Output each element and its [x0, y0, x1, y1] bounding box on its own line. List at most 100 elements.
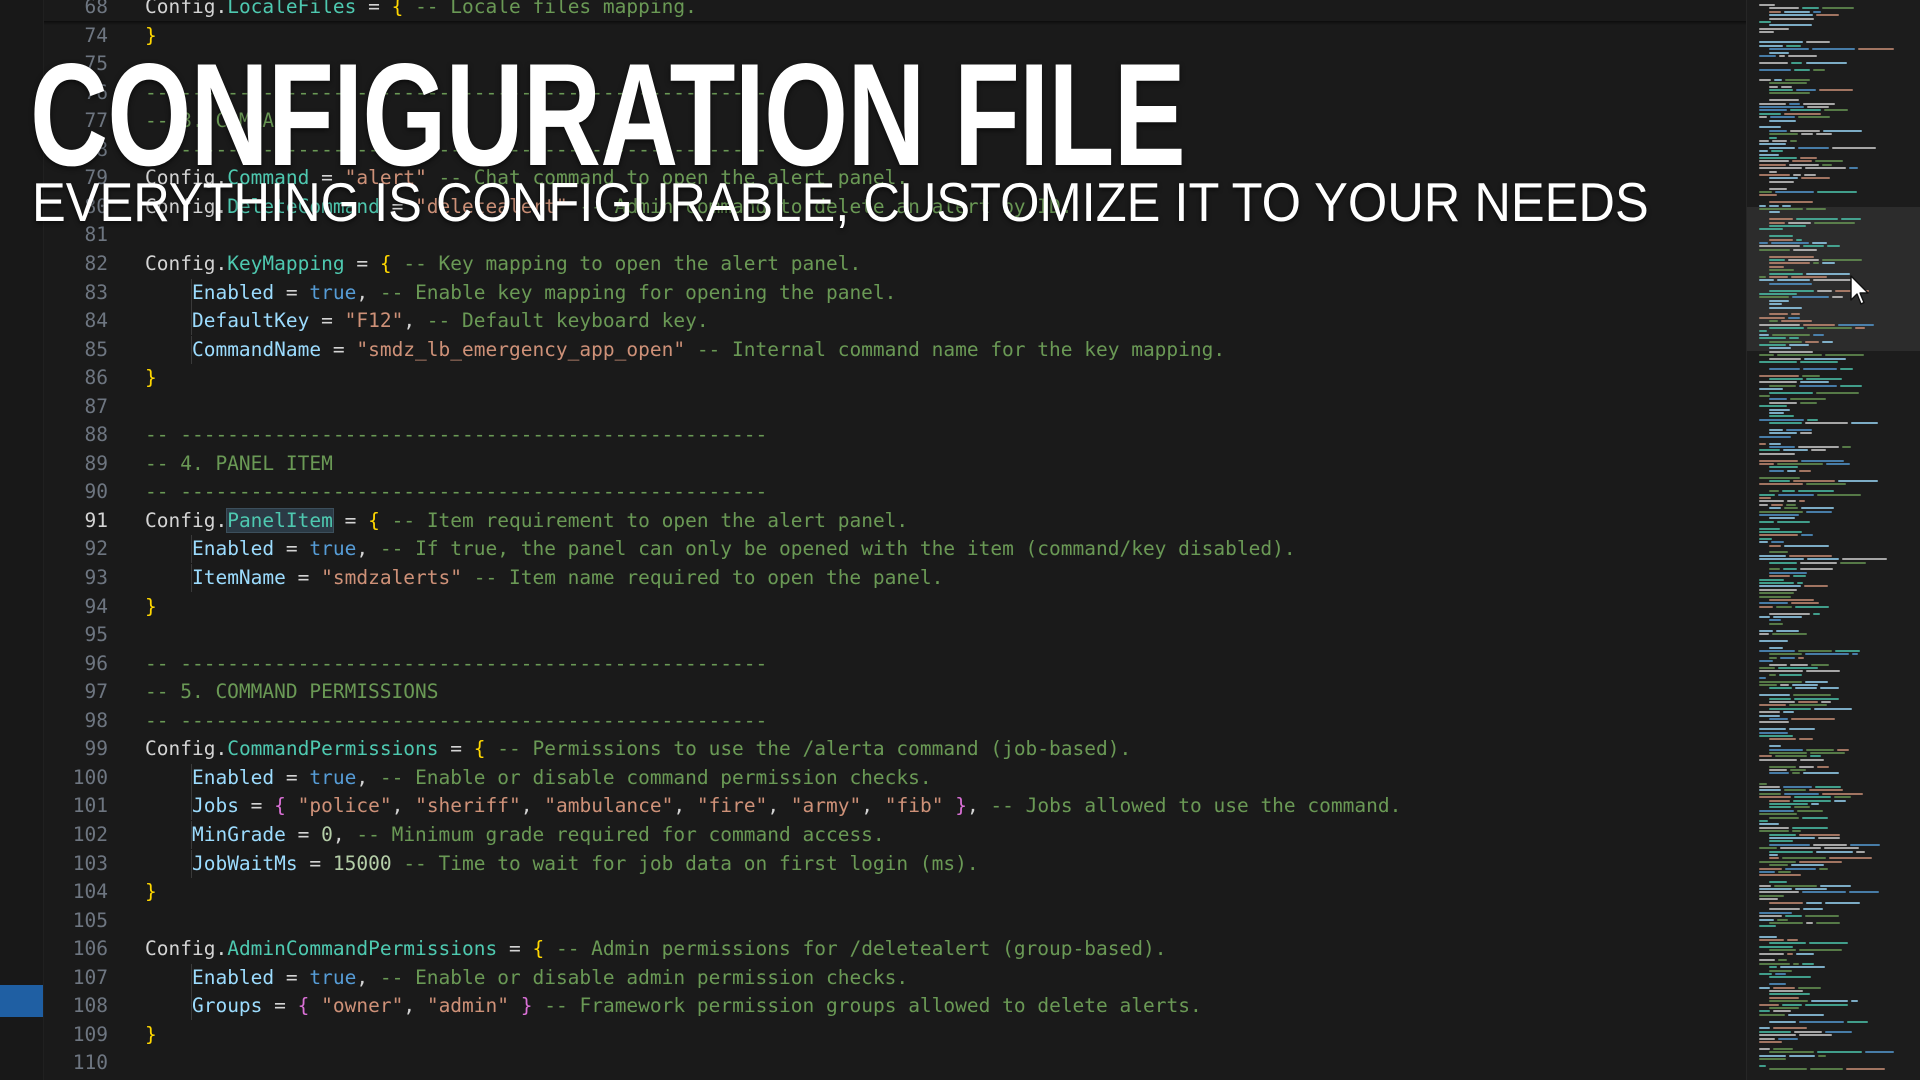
minimap-code-line	[1812, 612, 1820, 615]
code-token: Enabled	[191, 765, 275, 789]
minimap-code-line	[1778, 667, 1818, 669]
minimap-code-line	[1799, 949, 1843, 952]
code-token: -- Item name required to open the panel.	[462, 566, 944, 589]
minimap-code-line	[1759, 962, 1791, 965]
code-line[interactable]: 82 Config.KeyMapping = { -- Key mapping t…	[44, 250, 1744, 278]
minimap-code-line	[1769, 378, 1804, 380]
line-number: 103	[72, 851, 108, 875]
code-line[interactable]: 109}	[44, 1021, 1744, 1049]
minimap-code-line	[1816, 14, 1839, 17]
code-token: .	[215, 251, 228, 275]
code-text: -- -------------------------------------…	[145, 421, 767, 449]
code-line[interactable]: 92 Enabled = true, -- If true, the panel…	[44, 535, 1744, 564]
code-line[interactable]: 89 -- 4. PANEL ITEM	[44, 450, 1744, 478]
code-line[interactable]: 106 Config.AdminCommandPermissions = { --…	[44, 935, 1744, 963]
minimap-code-line	[1759, 813, 1797, 816]
minimap-code-line	[1794, 687, 1818, 690]
minimap-code-line	[1800, 568, 1833, 571]
code-line[interactable]: 88 -- -----------------------------------…	[44, 421, 1744, 449]
line-number: 82	[84, 251, 108, 275]
minimap-code-line	[1799, 738, 1813, 741]
code-token: .	[215, 737, 228, 761]
code-line[interactable]: 96 -- -----------------------------------…	[44, 650, 1744, 678]
minimap-code-line	[1850, 422, 1878, 425]
minimap-code-line	[1759, 680, 1803, 683]
minimap-code-line	[1802, 891, 1847, 894]
minimap-code-line	[1824, 354, 1864, 357]
code-token: ItemName	[191, 566, 286, 589]
minimap-code-line	[1759, 381, 1797, 384]
code-line[interactable]: 98 -- -----------------------------------…	[44, 707, 1744, 735]
active-view-indicator[interactable]	[0, 985, 43, 1017]
minimap-code-line	[1792, 694, 1831, 697]
minimap-code-line	[1797, 701, 1819, 703]
minimap-code-line	[1769, 357, 1801, 360]
code-line[interactable]: 91 Config.PanelItem = { -- Item requireme…	[44, 507, 1744, 535]
minimap-code-line	[1837, 748, 1850, 751]
code-token: "army"	[790, 794, 862, 818]
line-number: 84	[84, 309, 108, 333]
code-line[interactable]: 100 Enabled = true, -- Enable or disable…	[44, 763, 1744, 792]
code-line[interactable]: 85 CommandName = "smdz_lb_emergency_app_…	[44, 335, 1744, 364]
code-line[interactable]: 90 -- -----------------------------------…	[44, 478, 1744, 506]
minimap-code-line	[1759, 452, 1796, 455]
minimap-code-line	[1769, 446, 1795, 448]
minimap-code-line	[1817, 1051, 1862, 1054]
code-line[interactable]: 107 Enabled = true, -- Enable or disable…	[44, 963, 1744, 992]
code-text: -- -------------------------------------…	[145, 650, 767, 678]
code-line[interactable]: 99 Config.CommandPermissions = { -- Permi…	[44, 735, 1744, 763]
code-line[interactable]: 108 Groups = { "owner", "admin" } -- Fra…	[44, 992, 1744, 1021]
minimap-code-line	[1769, 299, 1790, 302]
code-line[interactable]: 95	[44, 621, 1744, 649]
minimap-code-line	[1787, 939, 1799, 941]
minimap-code-line	[1769, 1007, 1799, 1009]
minimap-code-line	[1804, 340, 1819, 343]
minimap-code-line	[1779, 847, 1821, 850]
minimap-code-line	[1759, 61, 1789, 64]
minimap-code-line	[1759, 915, 1782, 918]
code-token: }	[520, 994, 533, 1018]
minimap-code-line	[1759, 973, 1772, 975]
minimap-code-line	[1759, 418, 1805, 421]
code-line[interactable]: 102 MinGrade = 0, -- Minimum grade requi…	[44, 820, 1744, 849]
minimap-code-line	[1759, 4, 1775, 6]
minimap-code-line	[1769, 14, 1814, 17]
minimap-code-line	[1817, 493, 1862, 496]
code-token: -- Enable or disable command permission …	[379, 765, 932, 789]
code-line[interactable]: 83 Enabled = true, -- Enable key mapping…	[44, 278, 1744, 307]
code-line[interactable]: 86}	[44, 364, 1744, 392]
minimap-code-line	[1797, 146, 1829, 149]
minimap-code-line	[1759, 888, 1793, 890]
minimap-code-line	[1769, 833, 1797, 836]
code-line[interactable]: 97 -- 5. COMMAND PERMISSIONS	[44, 678, 1744, 706]
code-line[interactable]: 84 DefaultKey = "F12", -- Default keyboa…	[44, 307, 1744, 336]
code-line[interactable]: 68 Config.LocaleFiles = { -- Locale files…	[44, 0, 1744, 21]
minimap-code-line	[1769, 976, 1811, 979]
code-token: 15000	[332, 851, 392, 875]
minimap-code-line	[1772, 633, 1808, 635]
minimap-code-line	[1759, 160, 1790, 163]
minimap-code-line	[1773, 616, 1803, 618]
minimap-code-line	[1769, 908, 1800, 911]
minimap-code-line	[1759, 830, 1789, 833]
code-line[interactable]: 94}	[44, 593, 1744, 621]
code-line[interactable]: 87	[44, 393, 1744, 421]
minimap[interactable]	[1746, 0, 1920, 1080]
code-line[interactable]: 104}	[44, 878, 1744, 906]
code-token: -- Default keyboard key.	[426, 309, 709, 333]
code-line[interactable]: 110	[44, 1049, 1744, 1077]
minimap-code-line	[1816, 765, 1829, 768]
minimap-code-line	[1769, 663, 1788, 666]
code-line[interactable]: 105	[44, 907, 1744, 935]
minimap-code-line	[1769, 857, 1780, 860]
code-text: -- 4. PANEL ITEM	[145, 450, 333, 478]
code-line[interactable]: 93 ItemName = "smdzalerts" -- Item name …	[44, 564, 1744, 592]
code-line[interactable]: 101 Jobs = { "police", "sheriff", "ambul…	[44, 792, 1744, 821]
minimap-code-line	[1759, 650, 1795, 652]
code-token: -- Permissions to use the /alerta comman…	[485, 737, 1132, 761]
code-line[interactable]: 103 JobWaitMs = 15000 -- Time to wait fo…	[44, 849, 1744, 878]
minimap-code-line	[1792, 799, 1831, 802]
minimap-code-line	[1759, 911, 1792, 914]
